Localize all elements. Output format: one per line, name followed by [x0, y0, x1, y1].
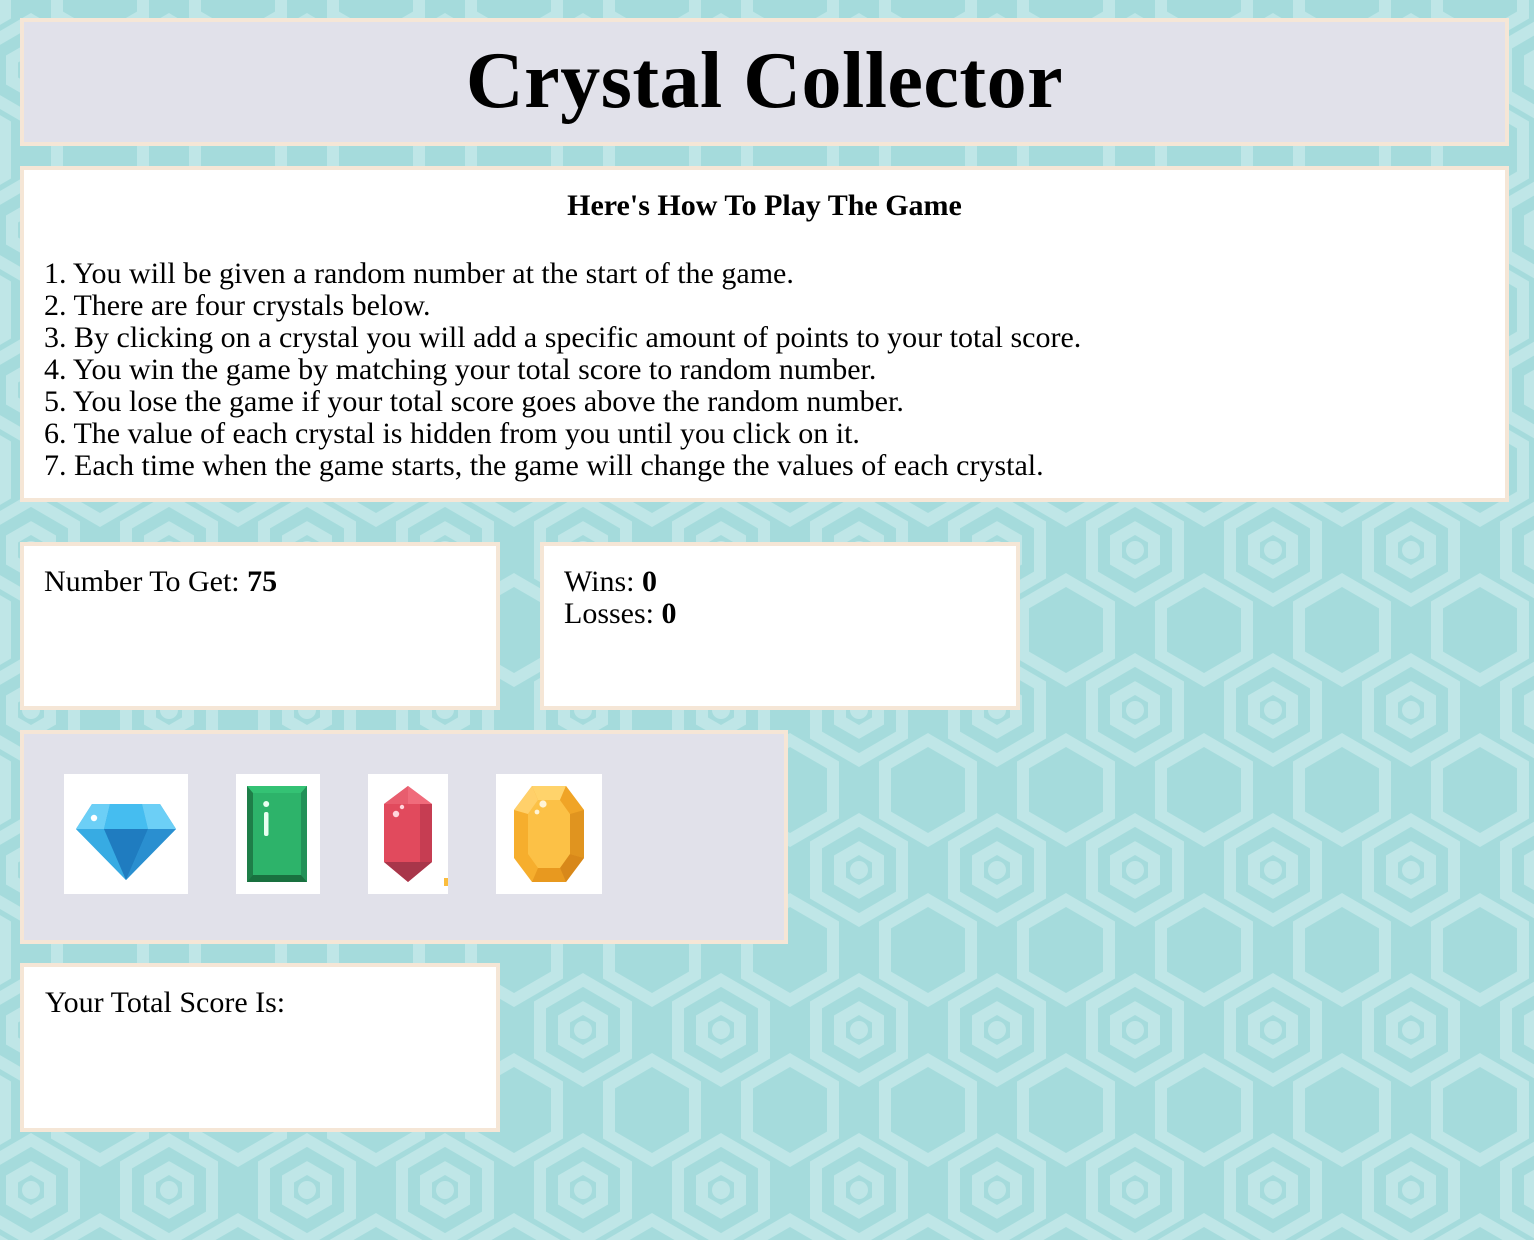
crystal-topaz-button[interactable] — [496, 774, 602, 894]
crystals-panel — [20, 730, 788, 944]
yellow-topaz-icon — [514, 786, 584, 882]
instruction-step: 7. Each time when the game starts, the g… — [44, 449, 1044, 482]
red-ruby-icon — [384, 786, 448, 886]
instruction-step: 5. You lose the game if your total score… — [44, 385, 904, 418]
instructions-list: 1. You will be given a random number at … — [44, 258, 1485, 482]
losses-row: Losses: 0 — [564, 598, 996, 630]
total-score-label: Your Total Score Is: — [45, 986, 286, 1019]
blue-diamond-icon — [76, 804, 176, 880]
instruction-step: 6. The value of each crystal is hidden f… — [44, 417, 860, 450]
instructions-heading: Here's How To Play The Game — [567, 189, 962, 222]
total-score-panel: Your Total Score Is: — [20, 963, 500, 1132]
wins-row: Wins: 0 — [564, 566, 996, 598]
target-number-panel: Number To Get: 75 — [20, 542, 500, 710]
instruction-step: 2. There are four crystals below. — [44, 289, 431, 322]
stats-panel: Wins: 0 Losses: 0 — [540, 542, 1020, 710]
target-number-value: 75 — [247, 565, 278, 598]
target-number-label: Number To Get: — [44, 565, 248, 598]
losses-label: Losses: — [564, 597, 662, 630]
losses-count: 0 — [661, 597, 677, 630]
page-title: Crystal Collector — [465, 37, 1064, 125]
green-emerald-icon — [247, 786, 307, 882]
instructions-panel: Here's How To Play The Game 1. You will … — [20, 166, 1509, 502]
crystal-diamond-button[interactable] — [64, 774, 188, 894]
crystal-ruby-button[interactable] — [368, 774, 448, 894]
wins-count: 0 — [641, 565, 657, 598]
instruction-step: 1. You will be given a random number at … — [44, 257, 794, 290]
instruction-step: 4. You win the game by matching your tot… — [44, 353, 877, 386]
wins-label: Wins: — [564, 565, 642, 598]
instruction-step: 3. By clicking on a crystal you will add… — [44, 321, 1082, 354]
crystal-emerald-button[interactable] — [236, 774, 320, 894]
title-banner: Crystal Collector — [20, 18, 1509, 146]
